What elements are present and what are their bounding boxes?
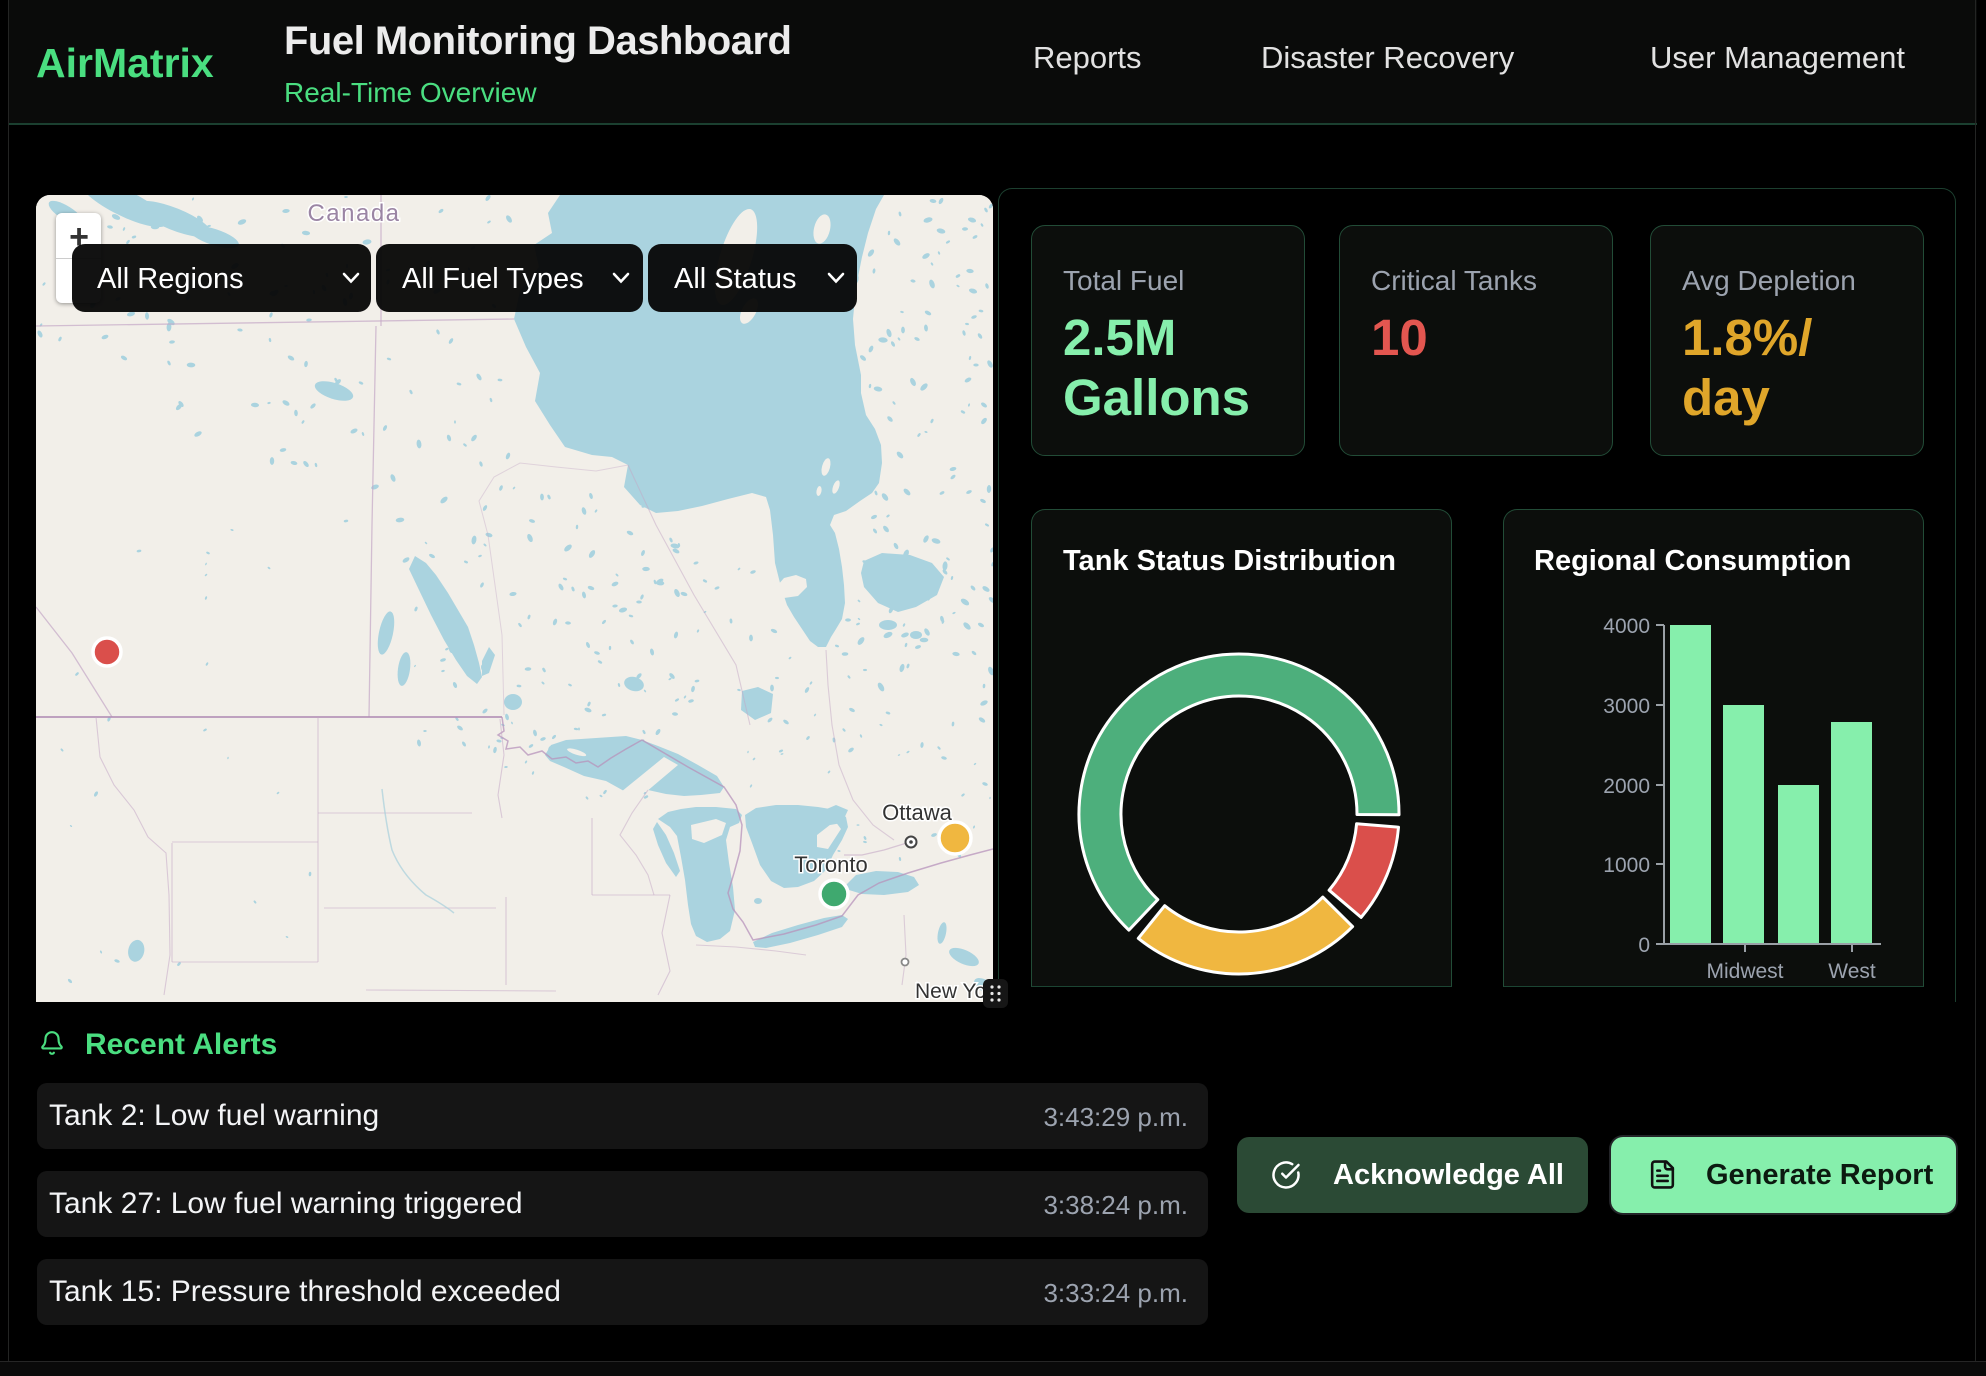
- svg-text:0: 0: [1638, 934, 1650, 957]
- svg-text:Midwest: Midwest: [1706, 960, 1783, 983]
- svg-text:1000: 1000: [1603, 854, 1650, 877]
- svg-text:Toronto: Toronto: [794, 852, 867, 877]
- svg-text:West: West: [1828, 960, 1876, 983]
- svg-text:Canada: Canada: [307, 200, 400, 227]
- svg-text:2000: 2000: [1603, 775, 1650, 798]
- svg-text:New York: New York: [915, 980, 993, 1002]
- svg-text:Ottawa: Ottawa: [882, 800, 952, 825]
- svg-text:3000: 3000: [1603, 695, 1650, 718]
- svg-text:4000: 4000: [1603, 615, 1650, 638]
